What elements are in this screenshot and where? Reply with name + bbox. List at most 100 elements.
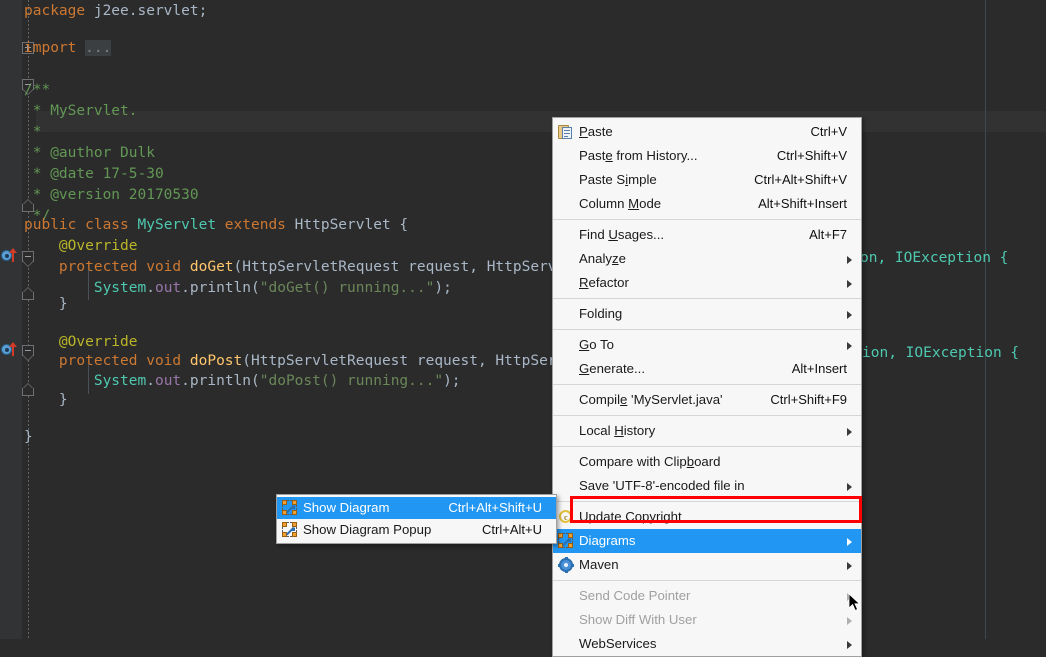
editor-context-menu[interactable]: Paste Ctrl+V Paste from History... Ctrl+Shi… xyxy=(552,117,862,657)
menu-item-icon-slot xyxy=(553,553,579,577)
menu-item-label: Send Code Pointer xyxy=(579,588,691,603)
menu-item-label: Compare with Clipboard xyxy=(579,454,721,469)
menu-item-go-to[interactable]: Go To xyxy=(553,333,861,357)
menu-item-label: Generate... xyxy=(579,361,645,376)
code-line: } xyxy=(24,390,68,411)
code-token: * @date 17-5-30 xyxy=(24,166,164,182)
menu-item-icon-slot xyxy=(553,388,579,412)
menu-item-icon-slot xyxy=(553,223,579,247)
code-line: public class MyServlet extends HttpServl… xyxy=(24,215,408,236)
code-token: HttpServlet xyxy=(294,217,391,233)
menu-item-label: Paste from History... xyxy=(579,148,698,163)
menu-item-label: Paste xyxy=(579,124,613,139)
submenu-arrow-icon xyxy=(847,256,852,264)
menu-item-shortcut: Ctrl+Shift+F9 xyxy=(770,392,847,407)
menu-item-icon-slot xyxy=(553,584,579,608)
code-line: protected void doGet(HttpServletRequest … xyxy=(24,257,600,278)
code-token: package xyxy=(24,3,86,19)
menu-item-diagrams[interactable]: Diagrams xyxy=(553,529,861,553)
menu-item-maven[interactable]: Maven xyxy=(553,553,861,577)
menu-item-label: Update Copyright xyxy=(579,509,682,524)
menu-item-paste-simple[interactable]: Paste Simple Ctrl+Alt+Shift+V xyxy=(553,168,861,192)
menu-separator xyxy=(553,501,861,502)
code-token: "doPost() running..." xyxy=(259,373,444,389)
menu-item-paste[interactable]: Paste Ctrl+V xyxy=(553,120,861,144)
code-token: { xyxy=(390,217,409,233)
menu-item-label: Diagrams xyxy=(579,533,636,548)
submenu-arrow-icon xyxy=(847,280,852,288)
code-line-fragment: on, IOException { xyxy=(860,250,1009,266)
menu-item-label: Maven xyxy=(579,557,619,572)
code-token: ... xyxy=(85,40,112,56)
menu-item-find-usages[interactable]: Find Usages... Alt+F7 xyxy=(553,223,861,247)
menu-item-paste-from-history[interactable]: Paste from History... Ctrl+Shift+V xyxy=(553,144,861,168)
menu-item-label: Paste Simple xyxy=(579,172,657,187)
code-token: ); xyxy=(443,373,461,389)
menu-separator xyxy=(553,298,861,299)
menu-separator xyxy=(553,580,861,581)
menu-item-shortcut: Ctrl+Shift+V xyxy=(776,148,847,163)
code-token: import xyxy=(24,40,77,56)
code-token: (HttpServletRequest request, HttpServlet… xyxy=(242,353,601,369)
menu-item-label: Show Diagram xyxy=(303,500,390,515)
menu-item-icon-slot xyxy=(553,168,579,192)
code-token: . xyxy=(146,280,155,296)
code-token: doGet xyxy=(189,259,234,275)
code-token: } xyxy=(24,296,68,312)
maven-gear-icon xyxy=(558,557,574,573)
menu-item-shortcut: Alt+Insert xyxy=(791,361,847,376)
menu-item-label: WebServices xyxy=(579,636,657,651)
menu-item-label: Folding xyxy=(579,306,623,321)
menu-item-update-copyright[interactable]: c Update Copyright xyxy=(553,505,861,529)
code-line: @Override xyxy=(24,236,138,257)
menu-item-local-history[interactable]: Local History xyxy=(553,419,861,443)
diagrams-submenu[interactable]: Show Diagram Ctrl+Alt+Shift+U Show Diagram… xyxy=(276,494,557,544)
menu-item-generate[interactable]: Generate... Alt+Insert xyxy=(553,357,861,381)
menu-item-folding[interactable]: Folding xyxy=(553,302,861,326)
code-token: * xyxy=(24,124,42,140)
code-token: @Override xyxy=(24,238,138,254)
menu-item-shortcut: Ctrl+V xyxy=(810,124,847,139)
menu-item-icon-slot xyxy=(553,608,579,632)
menu-item-webservices[interactable]: WebServices xyxy=(553,632,861,656)
code-token: out xyxy=(154,280,182,296)
menu-item-save-utf-8-encoded-file-in[interactable]: Save 'UTF-8'-encoded file in xyxy=(553,474,861,498)
submenu-arrow-icon xyxy=(847,311,852,319)
menu-item-refactor[interactable]: Refactor xyxy=(553,271,861,295)
code-line: System.out.println("doPost() running..."… xyxy=(24,371,461,392)
menu-item-label: Local History xyxy=(579,423,656,438)
menu-separator xyxy=(553,219,861,220)
menu-item-icon-slot xyxy=(553,271,579,295)
menu-item-icon-slot xyxy=(553,247,579,271)
menu-item-compare-with-clipboard[interactable]: Compare with Clipboard xyxy=(553,450,861,474)
submenu-item-show-diagram[interactable]: Show Diagram Ctrl+Alt+Shift+U xyxy=(277,497,556,519)
diagram-icon xyxy=(282,522,298,538)
menu-item-analyze[interactable]: Analyze xyxy=(553,247,861,271)
submenu-arrow-icon xyxy=(847,538,852,546)
menu-item-show-diff-with-user: Show Diff With User xyxy=(553,608,861,632)
code-token: protected void xyxy=(24,353,190,369)
menu-item-label: Column Mode xyxy=(579,196,662,211)
code-token: (HttpServletRequest request, HttpServlet… xyxy=(233,259,601,275)
menu-item-shortcut: Ctrl+Alt+Shift+V xyxy=(754,172,847,187)
code-token: * MyServlet. xyxy=(24,103,138,119)
code-token: .println( xyxy=(181,373,260,389)
code-token: ); xyxy=(434,280,452,296)
menu-item-icon-slot xyxy=(277,518,303,542)
menu-item-icon-slot xyxy=(553,419,579,443)
menu-item-label: Save 'UTF-8'-encoded file in xyxy=(579,478,745,493)
code-line: @Override xyxy=(24,332,138,353)
submenu-arrow-icon xyxy=(847,342,852,350)
menu-item-label: Analyze xyxy=(579,251,626,266)
code-line: * @version 20170530 xyxy=(24,185,199,206)
menu-item-compile-myservlet-java[interactable]: Compile 'MyServlet.java' Ctrl+Shift+F9 xyxy=(553,388,861,412)
diagram-icon xyxy=(558,533,574,549)
submenu-item-show-diagram-popup[interactable]: Show Diagram Popup Ctrl+Alt+U xyxy=(277,519,556,541)
code-line: System.out.println("doGet() running...")… xyxy=(24,278,452,299)
menu-item-label: Compile 'MyServlet.java' xyxy=(579,392,723,407)
code-line: * MyServlet. xyxy=(24,101,138,122)
menu-item-column-mode[interactable]: Column Mode Alt+Shift+Insert xyxy=(553,192,861,216)
code-token: out xyxy=(154,373,182,389)
